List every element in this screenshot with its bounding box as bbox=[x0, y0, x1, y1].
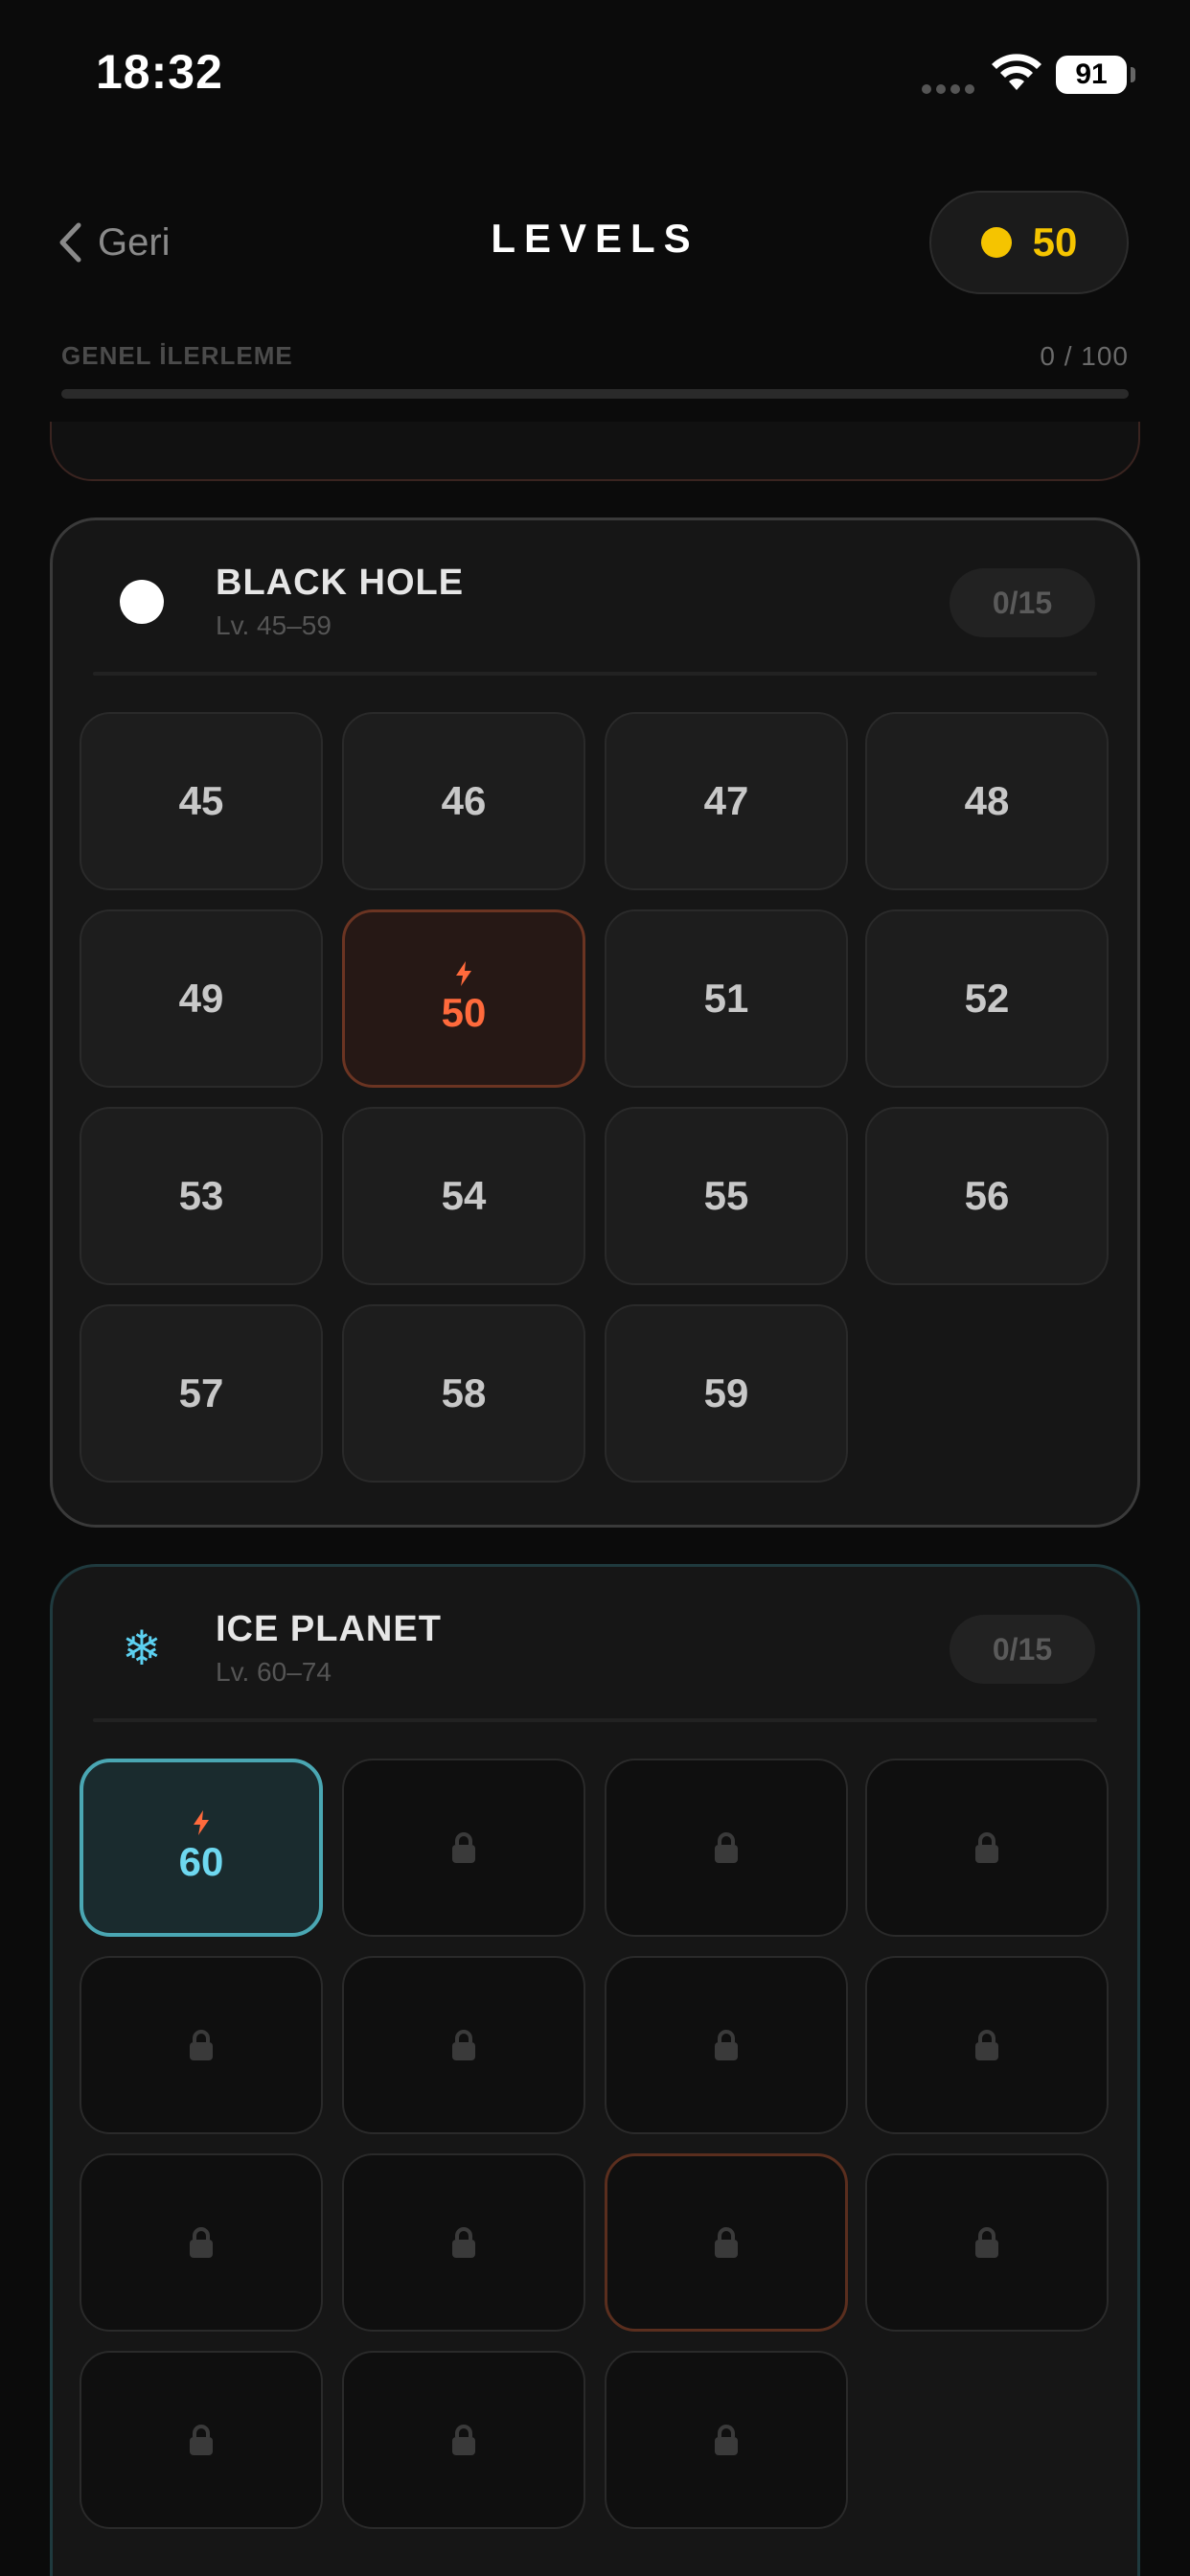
locked-level-tile[interactable] bbox=[605, 2351, 848, 2529]
world-header: ❄ ICE PLANET Lv. 60–74 0/15 bbox=[53, 1567, 1137, 1720]
level-number: 45 bbox=[178, 778, 224, 823]
lock-icon bbox=[452, 2425, 475, 2455]
progress-bar bbox=[61, 389, 1129, 399]
lock-icon bbox=[975, 2227, 998, 2258]
level-tile[interactable]: 53 bbox=[80, 1107, 323, 1285]
level-number: 53 bbox=[178, 1173, 224, 1218]
level-number: 46 bbox=[441, 778, 487, 823]
level-tile[interactable]: 52 bbox=[865, 909, 1109, 1088]
lock-icon bbox=[452, 1832, 475, 1863]
lock-icon bbox=[975, 1832, 998, 1863]
lock-icon bbox=[452, 2030, 475, 2060]
battery-tip bbox=[1131, 67, 1135, 82]
level-number: 60 bbox=[178, 1839, 224, 1884]
level-tile[interactable]: 49 bbox=[80, 909, 323, 1088]
world-name: BLACK HOLE bbox=[216, 563, 465, 603]
level-tile[interactable]: 54 bbox=[342, 1107, 585, 1285]
locked-level-tile[interactable] bbox=[80, 2153, 323, 2332]
snowflake-icon: ❄ bbox=[122, 1622, 162, 1675]
level-tile[interactable]: 59 bbox=[605, 1304, 848, 1483]
level-number: 52 bbox=[964, 976, 1010, 1021]
bolt-icon bbox=[456, 961, 471, 986]
level-number: 59 bbox=[703, 1370, 749, 1415]
coin-icon bbox=[980, 227, 1012, 258]
world-progress-badge: 0/15 bbox=[950, 568, 1095, 637]
progress-label: GENEL İLERLEME bbox=[61, 341, 293, 370]
battery-icon: 91 bbox=[1056, 56, 1127, 94]
level-tile[interactable]: 46 bbox=[342, 712, 585, 890]
world-card-ice-planet: ❄ ICE PLANET Lv. 60–74 0/15 60 bbox=[50, 1564, 1140, 2576]
locked-level-tile[interactable] bbox=[865, 1759, 1109, 1937]
locked-level-tile[interactable] bbox=[342, 2153, 585, 2332]
wifi-icon bbox=[992, 54, 1041, 90]
world-card-black-hole: BLACK HOLE Lv. 45–59 0/15 45 46 47 48 49 50 51… bbox=[50, 518, 1140, 1528]
locked-level-tile[interactable] bbox=[342, 2351, 585, 2529]
level-tile[interactable]: 51 bbox=[605, 909, 848, 1088]
locked-level-tile[interactable] bbox=[605, 1759, 848, 1937]
divider bbox=[93, 1718, 1097, 1722]
level-number: 56 bbox=[964, 1173, 1010, 1218]
world-range: Lv. 45–59 bbox=[216, 610, 332, 640]
level-number: 54 bbox=[441, 1173, 487, 1218]
lock-icon bbox=[715, 2030, 738, 2060]
locked-level-tile[interactable] bbox=[342, 1759, 585, 1937]
level-number: 58 bbox=[441, 1370, 487, 1415]
lock-icon bbox=[975, 2030, 998, 2060]
locked-level-tile[interactable] bbox=[865, 1956, 1109, 2134]
overall-progress: GENEL İLERLEME 0 / 100 bbox=[61, 341, 1129, 380]
previous-world-card bbox=[50, 422, 1140, 481]
cellular-signal-icon bbox=[922, 84, 975, 94]
level-tile[interactable]: 47 bbox=[605, 712, 848, 890]
level-number: 57 bbox=[178, 1370, 224, 1415]
divider bbox=[93, 672, 1097, 676]
status-time: 18:32 bbox=[96, 45, 223, 99]
lock-icon bbox=[452, 2227, 475, 2258]
lock-icon bbox=[715, 2227, 738, 2258]
coin-value: 50 bbox=[1032, 219, 1078, 264]
levels-screen: 18:32 91 Geri LEVELS 50 GENEL İLERLEME 0… bbox=[0, 0, 1190, 2576]
level-number: 48 bbox=[964, 778, 1010, 823]
world-header: BLACK HOLE Lv. 45–59 0/15 bbox=[53, 520, 1137, 674]
world-range: Lv. 60–74 bbox=[216, 1657, 332, 1687]
progress-count: 0 / 100 bbox=[1040, 341, 1129, 371]
lock-icon bbox=[715, 2425, 738, 2455]
coin-balance[interactable]: 50 bbox=[929, 191, 1129, 294]
locked-level-tile[interactable] bbox=[342, 1956, 585, 2134]
current-level-tile[interactable]: 60 bbox=[80, 1759, 323, 1937]
white-circle-icon bbox=[118, 578, 166, 626]
level-tile[interactable]: 57 bbox=[80, 1304, 323, 1483]
level-number: 49 bbox=[178, 976, 224, 1021]
level-number: 50 bbox=[441, 990, 487, 1035]
status-bar: 18:32 91 bbox=[0, 0, 1190, 144]
level-number: 51 bbox=[703, 976, 749, 1021]
level-tile[interactable]: 56 bbox=[865, 1107, 1109, 1285]
header: Geri LEVELS 50 bbox=[0, 187, 1190, 298]
world-progress-badge: 0/15 bbox=[950, 1615, 1095, 1684]
current-level-tile[interactable]: 50 bbox=[342, 909, 585, 1088]
lock-icon bbox=[190, 2425, 213, 2455]
level-tile[interactable]: 55 bbox=[605, 1107, 848, 1285]
level-number: 47 bbox=[703, 778, 749, 823]
locked-level-tile[interactable] bbox=[80, 1956, 323, 2134]
level-number: 55 bbox=[703, 1173, 749, 1218]
level-tile[interactable]: 45 bbox=[80, 712, 323, 890]
locked-level-tile[interactable] bbox=[865, 2153, 1109, 2332]
lock-icon bbox=[715, 1832, 738, 1863]
lock-icon bbox=[190, 2227, 213, 2258]
bolt-icon bbox=[194, 1810, 209, 1835]
locked-level-tile[interactable] bbox=[605, 2153, 848, 2332]
level-tile[interactable]: 48 bbox=[865, 712, 1109, 890]
level-tile[interactable]: 58 bbox=[342, 1304, 585, 1483]
world-name: ICE PLANET bbox=[216, 1609, 442, 1649]
lock-icon bbox=[190, 2030, 213, 2060]
locked-level-tile[interactable] bbox=[80, 2351, 323, 2529]
locked-level-tile[interactable] bbox=[605, 1956, 848, 2134]
